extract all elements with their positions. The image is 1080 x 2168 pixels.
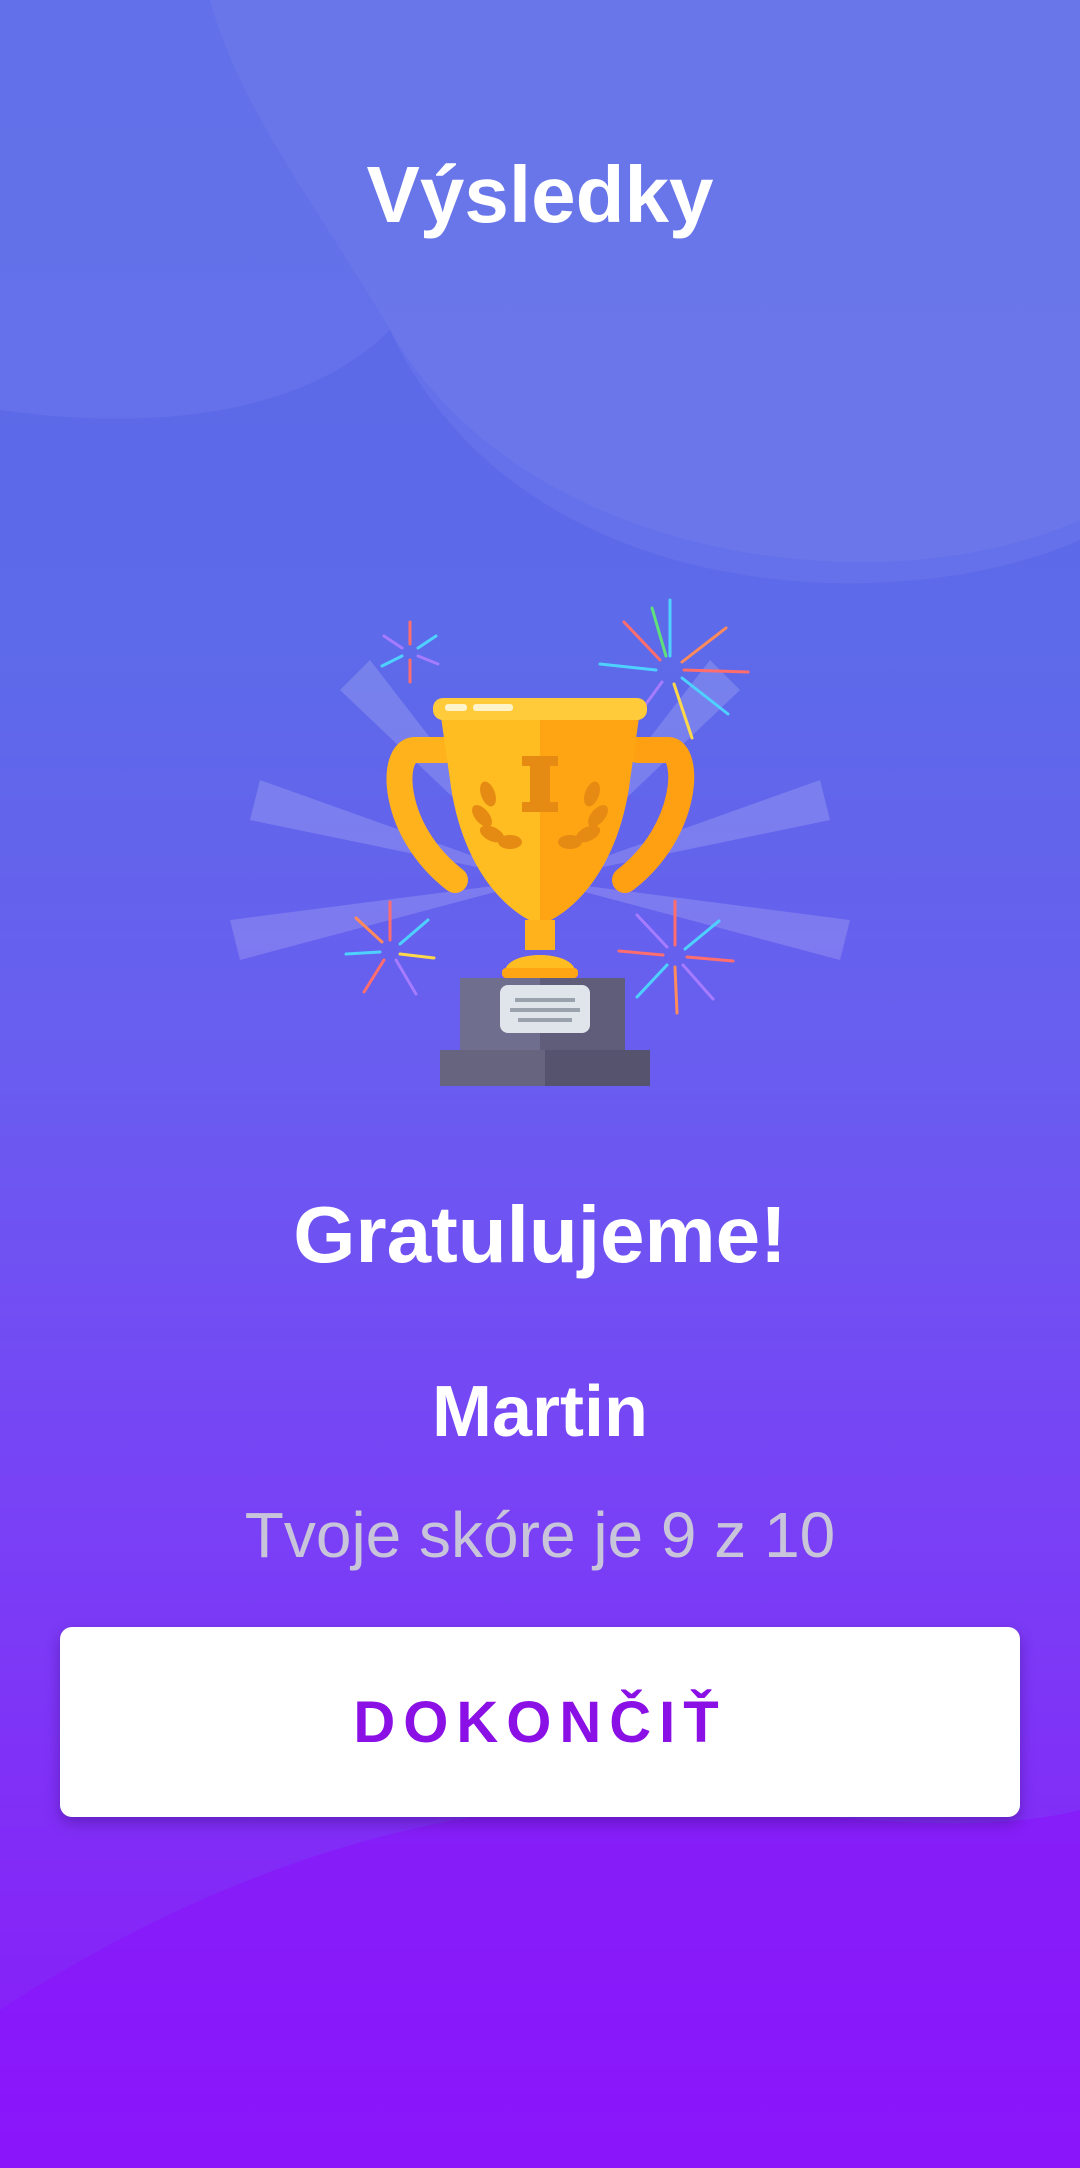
page-title: Výsledky [366,150,714,239]
player-name: Martin [432,1372,648,1452]
finish-button[interactable]: DOKONČIŤ [60,1627,1020,1817]
score-text: Tvoje skóre je 9 z 10 [244,1499,836,1571]
results-screen: Výsledky Gratulujeme! Martin Tvoje skóre… [0,0,1080,2168]
congrats-heading: Gratulujeme! [293,1190,787,1279]
finish-button-label: DOKONČIŤ [353,1689,727,1755]
trophy-icon [230,598,850,1086]
